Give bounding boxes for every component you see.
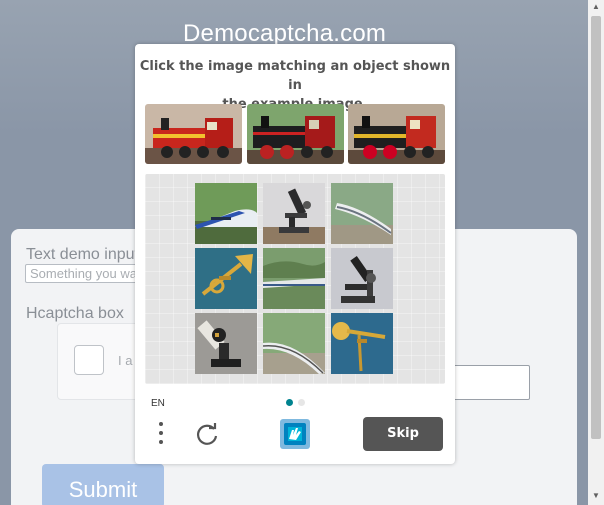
scroll-up-arrow-icon[interactable]: ▲: [588, 0, 604, 14]
challenge-tile-3[interactable]: [331, 183, 393, 244]
example-image-red-toy-locomotive: [145, 104, 242, 164]
challenge-tile-8[interactable]: [263, 313, 325, 374]
example-image-black-red-locomotive: [247, 104, 344, 164]
hcaptcha-logo-icon: [278, 417, 312, 456]
challenge-image-grid: [145, 174, 445, 384]
text-demo-label: Text demo input: [26, 246, 139, 263]
hcaptcha-checkbox-label: I a: [118, 353, 133, 368]
textarea-field[interactable]: [450, 365, 530, 400]
example-image-red-black-locomotive: [348, 104, 445, 164]
challenge-tile-4[interactable]: [195, 248, 257, 309]
more-options-icon[interactable]: [157, 422, 165, 448]
challenge-prompt-line-1: Click the image matching an object shown…: [139, 59, 451, 93]
challenge-tile-6[interactable]: [331, 248, 393, 309]
challenge-tile-1[interactable]: [195, 183, 257, 244]
refresh-icon[interactable]: [194, 422, 220, 453]
challenge-tile-9[interactable]: [331, 313, 393, 374]
challenge-tile-2[interactable]: [263, 183, 325, 244]
language-selector[interactable]: EN: [151, 398, 165, 409]
page-indicator-dot-active: [286, 399, 293, 406]
text-demo-input[interactable]: Something you wa: [25, 264, 150, 283]
submit-button[interactable]: Submit: [42, 464, 164, 505]
challenge-tile-5[interactable]: [263, 248, 325, 309]
hcaptcha-checkbox[interactable]: [74, 345, 104, 375]
hcaptcha-challenge-dialog: Click the image matching an object shown…: [135, 44, 455, 464]
page-scrollbar[interactable]: ▲ ▼: [588, 0, 604, 505]
page-indicator-dot: [298, 399, 305, 406]
skip-button[interactable]: Skip: [363, 417, 443, 451]
scroll-thumb[interactable]: [591, 16, 601, 439]
challenge-tile-7[interactable]: [195, 313, 257, 374]
hcaptcha-box-label: Hcaptcha box: [26, 305, 124, 322]
scroll-down-arrow-icon[interactable]: ▼: [588, 489, 604, 503]
